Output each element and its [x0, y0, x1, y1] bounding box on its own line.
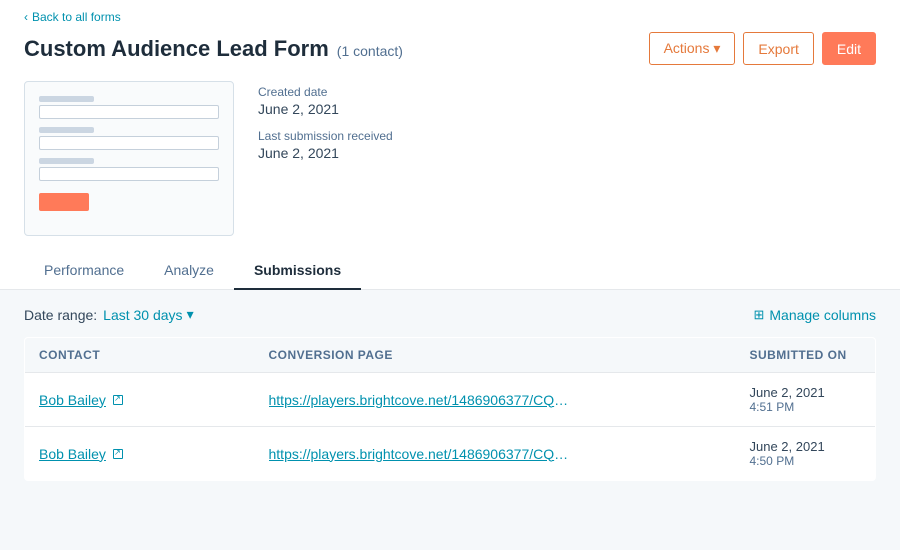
created-value: June 2, 2021 [258, 101, 393, 117]
preview-label-2 [39, 127, 94, 133]
back-link[interactable]: ‹ Back to all forms [24, 10, 876, 24]
manage-columns-label: Manage columns [769, 307, 876, 323]
th-conversion-page: Conversion Page [255, 338, 736, 373]
table-header-row: Contact Conversion Page Submitted On [25, 338, 876, 373]
th-submitted-on: Submitted On [736, 338, 876, 373]
form-preview [24, 81, 234, 236]
submissions-area: Date range: Last 30 days ▾ ⊞ Manage colu… [0, 290, 900, 550]
manage-columns-button[interactable]: ⊞ Manage columns [753, 307, 876, 323]
contact-cell: Bob Bailey [25, 373, 255, 427]
preview-label-1 [39, 96, 94, 102]
actions-button[interactable]: Actions ▾ [649, 32, 736, 65]
contact-link[interactable]: Bob Bailey [39, 392, 241, 408]
external-link-icon [113, 395, 123, 405]
preview-input-3 [39, 167, 219, 181]
submitted-time: 4:50 PM [750, 454, 862, 468]
chevron-left-icon: ‹ [24, 10, 28, 24]
submitted-date: June 2, 2021 [750, 385, 862, 400]
date-range-label: Date range: [24, 307, 97, 323]
export-button[interactable]: Export [743, 32, 813, 65]
date-range: Date range: Last 30 days ▾ [24, 306, 194, 323]
submitted-cell: June 2, 2021 4:50 PM [736, 427, 876, 481]
preview-submit-btn [39, 193, 89, 211]
preview-label-3 [39, 158, 94, 164]
submissions-table: Contact Conversion Page Submitted On Bob… [24, 337, 876, 481]
submitted-date: June 2, 2021 [750, 439, 862, 454]
contact-count: (1 contact) [337, 43, 403, 59]
page-url-link[interactable]: https://players.brightcove.net/148690637… [269, 446, 569, 462]
tabs-bar: Performance Analyze Submissions [0, 252, 900, 290]
submitted-time: 4:51 PM [750, 400, 862, 414]
page-title: Custom Audience Lead Form [24, 36, 329, 62]
preview-field-2 [39, 127, 219, 150]
table-row: Bob Bailey https://players.brightcove.ne… [25, 373, 876, 427]
page-cell: https://players.brightcove.net/148690637… [255, 373, 736, 427]
back-link-label: Back to all forms [32, 10, 121, 24]
preview-input-2 [39, 136, 219, 150]
form-meta: Created date June 2, 2021 Last submissio… [258, 81, 393, 236]
content-area: Created date June 2, 2021 Last submissio… [0, 81, 900, 252]
chevron-down-icon: ▾ [187, 306, 194, 323]
last-submission-value: June 2, 2021 [258, 145, 393, 161]
last-submission-label: Last submission received [258, 129, 393, 143]
filter-row: Date range: Last 30 days ▾ ⊞ Manage colu… [24, 306, 876, 323]
header-actions: Actions ▾ Export Edit [649, 32, 876, 65]
external-link-icon [113, 449, 123, 459]
table-row: Bob Bailey https://players.brightcove.ne… [25, 427, 876, 481]
title-area: Custom Audience Lead Form (1 contact) [24, 36, 403, 62]
tab-performance[interactable]: Performance [24, 252, 144, 290]
tab-analyze[interactable]: Analyze [144, 252, 234, 290]
edit-button[interactable]: Edit [822, 32, 876, 65]
date-range-value[interactable]: Last 30 days ▾ [103, 306, 193, 323]
created-label: Created date [258, 85, 393, 99]
th-contact: Contact [25, 338, 255, 373]
contact-cell: Bob Bailey [25, 427, 255, 481]
tab-submissions[interactable]: Submissions [234, 252, 361, 290]
preview-input-1 [39, 105, 219, 119]
columns-icon: ⊞ [753, 307, 764, 323]
page-url-link[interactable]: https://players.brightcove.net/148690637… [269, 392, 569, 408]
preview-field-3 [39, 158, 219, 181]
page-cell: https://players.brightcove.net/148690637… [255, 427, 736, 481]
preview-field-1 [39, 96, 219, 119]
contact-link[interactable]: Bob Bailey [39, 446, 241, 462]
submitted-cell: June 2, 2021 4:51 PM [736, 373, 876, 427]
